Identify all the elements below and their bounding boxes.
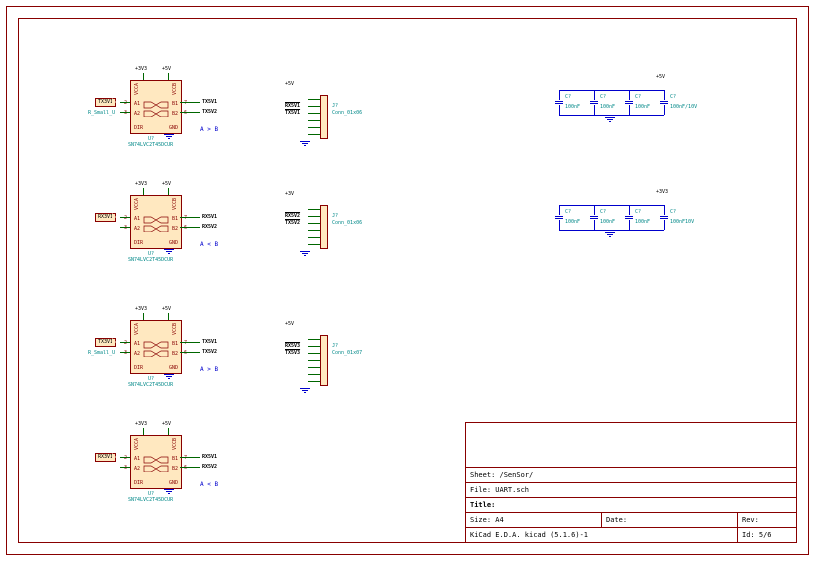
- power-label: +3V3: [135, 66, 147, 72]
- level-shifter-ic: VCCA VCCB A1 A2 B1 B2 DIR GND: [130, 435, 182, 489]
- schematic-page: VCCA VCCB A1 A2 B1 B2 DIR GND 2 3 7 6 TX…: [0, 0, 815, 561]
- direction-label: A > B: [200, 126, 218, 133]
- level-shifter-ic: VCCA VCCB A1 A2 B1 B2 DIR GND: [130, 195, 182, 249]
- gnd-symbol: [300, 251, 310, 256]
- tool-label: KiCad E.D.A. kicad (5.1.6)-1: [466, 531, 737, 539]
- ic-value: SN74LVC2T45DCUR: [128, 497, 173, 503]
- direction-label: A < B: [200, 481, 218, 488]
- gnd-symbol: [300, 388, 310, 393]
- direction-label: A > B: [200, 366, 218, 373]
- connector: [320, 205, 328, 249]
- power-label: +3V3: [135, 181, 147, 187]
- net-flag: RX3V1: [95, 213, 116, 222]
- power-label: +3V3: [135, 421, 147, 427]
- connector: [320, 335, 328, 386]
- date-label: Date:: [601, 513, 737, 527]
- ic-value: SN74LVC2T45DCUR: [128, 382, 173, 388]
- gnd-symbol: [164, 374, 174, 379]
- gnd-symbol: [300, 141, 310, 146]
- title-block: Sheet: /SenSor/ File: UART.sch Title: Si…: [465, 422, 797, 543]
- rev-label: Rev:: [737, 513, 796, 527]
- connector: [320, 95, 328, 139]
- power-label: +5V: [162, 421, 171, 427]
- level-shifter-ic: VCCA VCCB A1 A2 B1 B2 DIR GND: [130, 320, 182, 374]
- power-label: +3V3: [135, 306, 147, 312]
- gnd-symbol: [164, 249, 174, 254]
- direction-label: A < B: [200, 241, 218, 248]
- ic-value: SN74LVC2T45DCUR: [128, 142, 173, 148]
- title-label: Title:: [470, 501, 495, 509]
- power-label: +5V: [285, 81, 294, 87]
- power-label: +3V: [285, 191, 294, 197]
- net-flag: RX3V1: [95, 453, 116, 462]
- ic-value: SN74LVC2T45DCUR: [128, 257, 173, 263]
- id-label: Id: 5/6: [737, 528, 796, 542]
- gnd-symbol: [164, 489, 174, 494]
- level-shifter-ic: VCCA VCCB A1 A2 B1 B2 DIR GND: [130, 80, 182, 134]
- gnd-symbol: [164, 134, 174, 139]
- sheet-label: Sheet: /SenSor/: [470, 471, 533, 479]
- file-label: File: UART.sch: [470, 486, 529, 494]
- power-label: +5V: [285, 321, 294, 327]
- power-label: +5V: [162, 181, 171, 187]
- gnd-symbol: [605, 117, 615, 122]
- gnd-symbol: [605, 232, 615, 237]
- power-label: +5V: [656, 74, 665, 80]
- net-flag: TX3V1: [95, 338, 116, 347]
- power-label: +5V: [162, 306, 171, 312]
- size-label: Size: A4: [466, 516, 601, 524]
- power-label: +5V: [162, 66, 171, 72]
- power-label: +3V3: [656, 189, 668, 195]
- net-flag: TX3V1: [95, 98, 116, 107]
